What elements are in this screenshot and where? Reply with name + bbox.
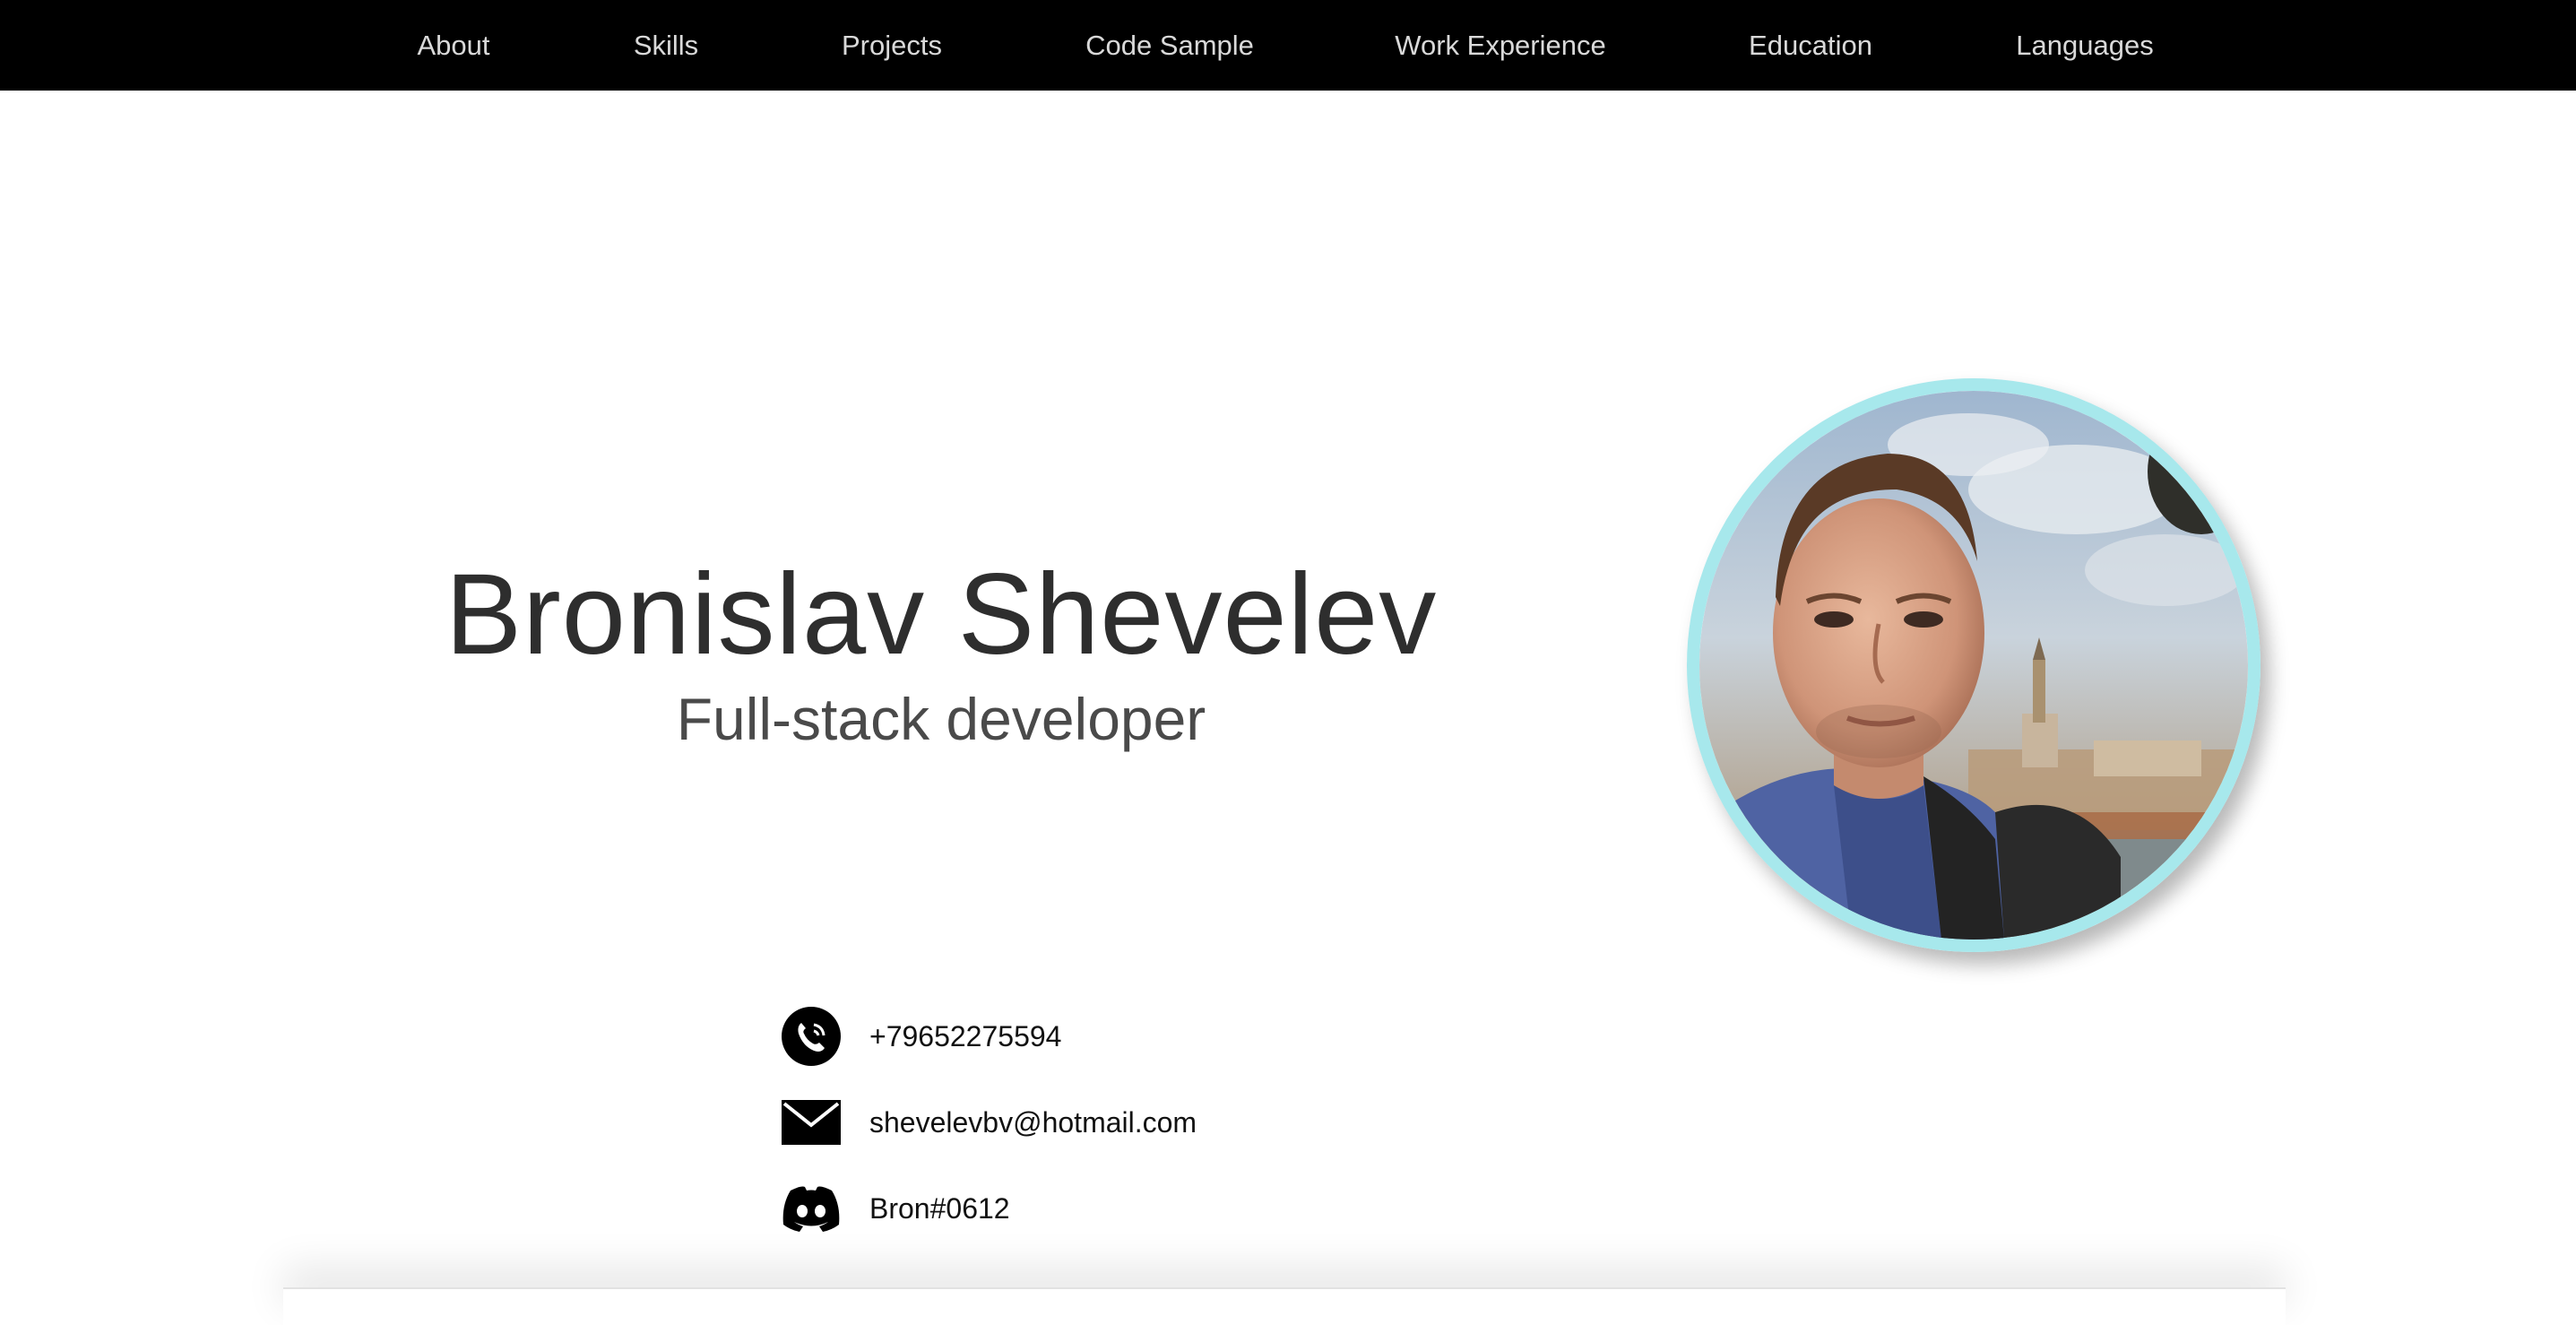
phone-icon bbox=[782, 1007, 841, 1066]
avatar bbox=[1687, 378, 2260, 952]
phone-number: +79652275594 bbox=[869, 1019, 1062, 1052]
page-title: Bronislav Shevelev bbox=[445, 550, 1438, 679]
nav-link-about[interactable]: About bbox=[417, 0, 489, 91]
contact-email[interactable]: shevelevbv@hotmail.com bbox=[782, 1093, 1197, 1152]
nav-link-projects[interactable]: Projects bbox=[842, 0, 942, 91]
discord-icon bbox=[782, 1179, 841, 1238]
nav-link-work-experience[interactable]: Work Experience bbox=[1395, 0, 1605, 91]
job-title: Full-stack developer bbox=[676, 686, 1206, 752]
avatar-photo bbox=[1699, 391, 2248, 940]
content-card bbox=[283, 1287, 2286, 1325]
email-address: shevelevbv@hotmail.com bbox=[869, 1105, 1197, 1139]
nav-link-languages[interactable]: Languages bbox=[2016, 0, 2153, 91]
contact-discord[interactable]: Bron#0612 bbox=[782, 1179, 1010, 1238]
top-navigation: About Skills Projects Code Sample Work E… bbox=[0, 0, 2576, 91]
mail-icon bbox=[782, 1093, 841, 1152]
discord-handle: Bron#0612 bbox=[869, 1191, 1010, 1225]
nav-link-education[interactable]: Education bbox=[1749, 0, 1872, 91]
nav-link-skills[interactable]: Skills bbox=[634, 0, 698, 91]
contact-phone[interactable]: +79652275594 bbox=[782, 1007, 1061, 1066]
nav-link-code-sample[interactable]: Code Sample bbox=[1085, 0, 1254, 91]
